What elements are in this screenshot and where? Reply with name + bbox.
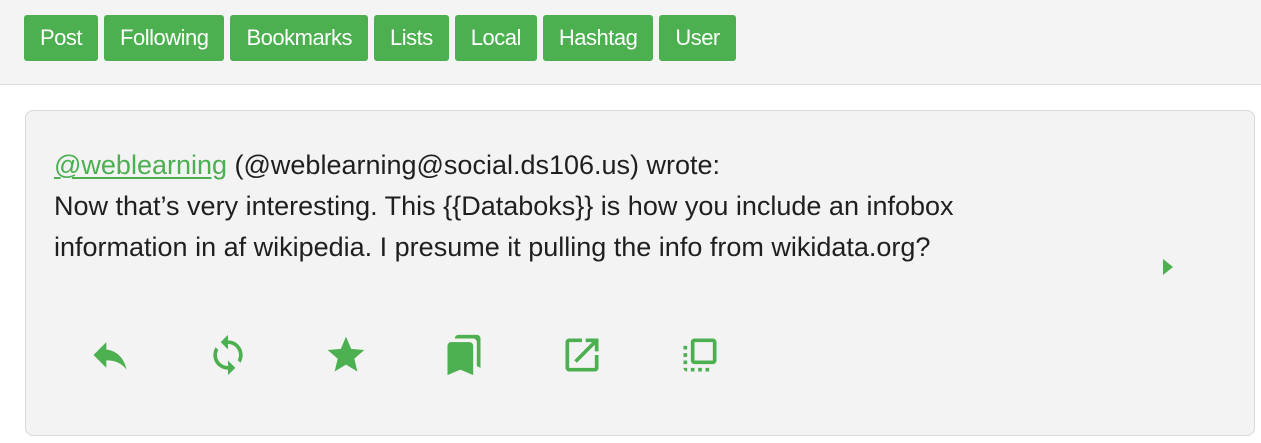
open-external-icon[interactable] (558, 331, 606, 379)
post-card: @weblearning (@weblearning@social.ds106.… (25, 110, 1255, 436)
post-content: Now that’s very interesting. This {{Data… (54, 191, 954, 262)
nav-button-group: Post Following Bookmarks Lists Local Has… (24, 15, 736, 61)
favourite-star-icon[interactable] (322, 331, 370, 379)
bookmark-icon[interactable] (440, 331, 488, 379)
boost-icon[interactable] (204, 331, 252, 379)
author-link[interactable]: @weblearning (54, 150, 227, 180)
bookmarks-button[interactable]: Bookmarks (230, 15, 369, 61)
post-actions (86, 331, 724, 379)
nav-bar: Post Following Bookmarks Lists Local Has… (0, 0, 1261, 85)
copy-icon[interactable] (676, 331, 724, 379)
reply-icon[interactable] (86, 331, 134, 379)
author-full-handle: (@weblearning@social.ds106.us) wrote: (227, 150, 721, 180)
post-button[interactable]: Post (24, 15, 99, 61)
local-button[interactable]: Local (454, 15, 537, 61)
hashtag-button[interactable]: Hashtag (542, 15, 654, 61)
lists-button[interactable]: Lists (374, 15, 449, 61)
post-text: @weblearning (@weblearning@social.ds106.… (54, 145, 1054, 268)
expand-arrow-icon[interactable] (1158, 257, 1178, 277)
following-button[interactable]: Following (104, 15, 225, 61)
user-button[interactable]: User (659, 15, 736, 61)
